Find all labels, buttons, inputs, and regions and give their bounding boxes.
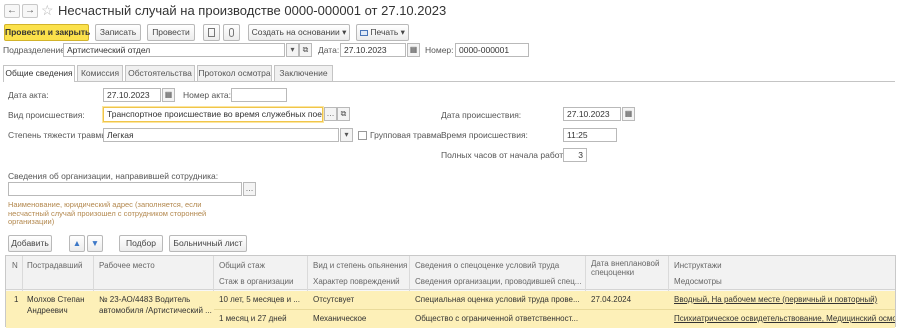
- experience-org-cell[interactable]: 1 месяц и 27 дней: [215, 313, 307, 324]
- number-label: Номер:: [425, 45, 454, 55]
- department-open-button[interactable]: ⧉: [299, 43, 312, 57]
- victims-table: N Пострадавший Рабочее место Общий стаж …: [5, 255, 896, 328]
- tab-conclusion[interactable]: Заключение: [274, 65, 333, 81]
- column-header-sout[interactable]: Сведения о спецоценке условий труда: [411, 260, 585, 272]
- attachments-button[interactable]: [223, 24, 240, 41]
- calendar-icon[interactable]: ▦: [162, 88, 175, 102]
- column-header-n[interactable]: N: [8, 260, 22, 272]
- add-row-button[interactable]: Добавить: [8, 235, 52, 252]
- favorite-star-icon[interactable]: ☆: [41, 2, 54, 19]
- severity-label: Степень тяжести травмы:: [8, 130, 110, 140]
- column-header-sout-org[interactable]: Сведения организации, проводившей спец..…: [411, 276, 585, 288]
- sending-org-field[interactable]: [8, 182, 242, 196]
- incident-type-open-button[interactable]: ⧉: [337, 107, 350, 121]
- post-and-close-button[interactable]: Провести и закрыть: [4, 24, 90, 41]
- number-field[interactable]: 0000-000001: [455, 43, 529, 57]
- experience-cell[interactable]: 10 лет, 5 месяцев и ...: [215, 294, 307, 305]
- page-title: Несчастный случай на производстве 0000-0…: [58, 3, 447, 18]
- printer-icon: [360, 29, 369, 36]
- select-button[interactable]: Подбор: [119, 235, 163, 252]
- chevron-down-icon: ▾: [342, 27, 347, 37]
- column-header-workplace[interactable]: Рабочее место: [95, 260, 211, 272]
- calendar-icon[interactable]: ▦: [622, 107, 635, 121]
- workplace-cell[interactable]: № 23-АО/4483 Водитель автомобиля /Артист…: [95, 294, 213, 316]
- department-field[interactable]: Артистический отдел: [63, 43, 285, 57]
- sending-org-hint: Наименование, юридический адрес (заполня…: [8, 200, 207, 227]
- group-injury-checkbox[interactable]: [358, 131, 367, 140]
- table-row[interactable]: 1 Молхов Степан Андреевич № 23-АО/4483 В…: [6, 291, 895, 328]
- incident-type-label: Вид происшествия:: [8, 110, 85, 120]
- tab-commission[interactable]: Комиссия: [77, 65, 123, 81]
- incident-time-field[interactable]: 11:25: [563, 128, 617, 142]
- sending-org-label: Сведения об организации, направившей сот…: [8, 171, 219, 181]
- chevron-down-icon: ▾: [400, 27, 405, 37]
- report-structure-button[interactable]: [203, 24, 220, 41]
- incident-type-select-button[interactable]: …: [324, 107, 337, 121]
- calendar-icon[interactable]: ▦: [407, 43, 420, 57]
- create-based-on-button[interactable]: Создать на основании ▾: [248, 24, 350, 41]
- paperclip-icon: [229, 28, 234, 37]
- incident-date-field[interactable]: 27.10.2023: [563, 107, 621, 121]
- hours-since-start-label: Полных часов от начала работы:: [441, 150, 572, 160]
- column-header-experience[interactable]: Общий стаж: [215, 260, 307, 272]
- tab-circumstances[interactable]: Обстоятельства: [125, 65, 195, 81]
- unscheduled-date-cell[interactable]: 27.04.2024: [587, 294, 667, 305]
- act-number-label: Номер акта:: [183, 90, 231, 100]
- victim-cell[interactable]: Молхов Степан Андреевич: [23, 294, 93, 316]
- print-button[interactable]: Печать ▾: [356, 24, 409, 41]
- sending-org-select-button[interactable]: …: [243, 182, 256, 196]
- incident-type-field[interactable]: Транспортное происшествие во время служе…: [103, 107, 323, 122]
- tab-inspection-protocol[interactable]: Протокол осмотра: [197, 65, 272, 81]
- date-field[interactable]: 27.10.2023: [340, 43, 406, 57]
- tab-general[interactable]: Общие сведения: [3, 65, 75, 82]
- date-label: Дата:: [318, 45, 340, 55]
- save-button[interactable]: Записать: [95, 24, 141, 41]
- intoxication-cell[interactable]: Отсутсвует: [309, 294, 409, 305]
- act-date-field[interactable]: 27.10.2023: [103, 88, 161, 102]
- briefings-link[interactable]: Вводный, На рабочем месте (первичный и п…: [670, 294, 895, 305]
- column-header-injury-nature[interactable]: Характер повреждений: [309, 276, 409, 288]
- column-header-victim[interactable]: Пострадавший: [23, 260, 93, 272]
- severity-field[interactable]: Легкая: [103, 128, 339, 142]
- department-label: Подразделение:: [3, 45, 68, 55]
- document-list-icon: [208, 28, 215, 37]
- sout-org-cell[interactable]: Общество с ограниченной ответственност..…: [411, 313, 585, 324]
- incident-time-label: Время происшествия:: [441, 130, 528, 140]
- row-number: 1: [14, 295, 19, 304]
- print-label: Печать: [370, 27, 399, 37]
- hours-since-start-field[interactable]: 3: [563, 148, 587, 162]
- sick-leave-button[interactable]: Больничный лист: [169, 235, 247, 252]
- create-based-on-label: Создать на основании: [251, 27, 340, 37]
- back-button[interactable]: ←: [4, 4, 20, 18]
- post-button[interactable]: Провести: [147, 24, 195, 41]
- group-injury-label: Групповая травма: [370, 130, 442, 140]
- move-down-icon[interactable]: ▼: [87, 235, 103, 252]
- column-header-unscheduled-date[interactable]: Дата внеплановой спецоценки: [587, 259, 667, 277]
- act-number-field[interactable]: [231, 88, 287, 102]
- column-header-experience-org[interactable]: Стаж в организации: [215, 276, 307, 288]
- severity-dropdown-button[interactable]: ▾: [340, 128, 353, 142]
- forward-button[interactable]: →: [22, 4, 38, 18]
- sout-cell[interactable]: Специальная оценка условий труда прове..…: [411, 294, 585, 305]
- column-header-intoxication[interactable]: Вид и степень опьянения: [309, 260, 409, 272]
- department-dropdown-button[interactable]: ▾: [286, 43, 299, 57]
- act-date-label: Дата акта:: [8, 90, 49, 100]
- move-up-icon[interactable]: ▲: [69, 235, 85, 252]
- injury-nature-cell[interactable]: Механическое: [309, 313, 409, 324]
- column-header-medical[interactable]: Медосмотры: [670, 276, 870, 288]
- incident-date-label: Дата происшествия:: [441, 110, 522, 120]
- column-header-briefings[interactable]: Инструктажи: [670, 260, 870, 272]
- medical-link[interactable]: Психиатрическое освидетельствование, Мед…: [670, 313, 895, 324]
